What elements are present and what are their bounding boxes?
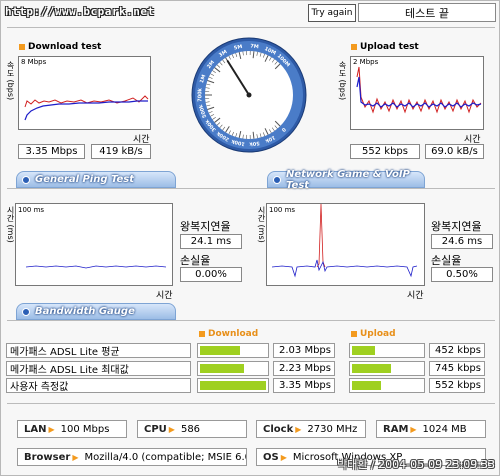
divider — [7, 403, 495, 404]
download-graph: 8 Mbps — [18, 56, 151, 130]
bullet-icon — [351, 331, 357, 337]
upload-value: 552 kbps — [429, 378, 485, 393]
speedtest-window: http://www.bcpark.net Try again 테스트 끝 Do… — [0, 0, 500, 476]
bandwidth-row-label: 메가패스 ADSL Lite 최대값 — [6, 361, 191, 376]
download-bar — [197, 378, 269, 393]
gauge-tick-label: 50k — [248, 140, 260, 147]
divider — [7, 320, 495, 321]
ping-right-rtt-label: 왕복지연율 — [431, 220, 482, 233]
clock-info: Clock ▶ 2730 MHz — [256, 420, 366, 438]
download-mbps: 3.35 Mbps — [18, 144, 85, 159]
upload-kbps: 552 kbps — [350, 144, 420, 159]
arrow-icon: ▶ — [295, 424, 302, 434]
footer-user-timestamp: 박태환 / 2004-05-09 23:09:33 — [337, 458, 495, 471]
download-value: 3.35 Mbps — [273, 378, 335, 393]
upload-kbs: 69.0 kB/s — [425, 144, 484, 159]
divider — [7, 188, 495, 189]
upload-value: 745 kbps — [429, 361, 485, 376]
upload-value: 452 kbps — [429, 343, 485, 358]
bullet-icon — [351, 44, 357, 50]
bullet-icon — [19, 44, 25, 50]
ping-right-red-trace — [316, 204, 326, 268]
arrow-icon: ▶ — [280, 452, 287, 462]
bandwidth-row-label: 메가패스 ADSL Lite 평균 — [6, 343, 191, 358]
arrow-icon: ▶ — [410, 424, 417, 434]
download-value: 2.03 Mbps — [273, 343, 335, 358]
tab-network-game[interactable]: Network Game & VoIP Test — [267, 169, 425, 191]
site-url: http://www.bcpark.net — [5, 5, 155, 18]
bullet-icon — [199, 331, 205, 337]
upload-graph: 2 Mbps — [350, 56, 484, 130]
ping-icon — [22, 176, 30, 184]
download-kbs: 419 kB/s — [91, 144, 151, 159]
tab-bandwidth-gauge[interactable]: Bandwidth Gauge — [16, 303, 176, 320]
upload-bar — [349, 378, 425, 393]
ram-info: RAM ▶ 1024 MB — [376, 420, 486, 438]
ping-left-rtt-label: 왕복지연율 — [180, 220, 231, 233]
ping-right-blue-trace — [271, 259, 418, 278]
download-bar-fill — [200, 364, 245, 373]
ping-left-xlabel: 시간 — [156, 291, 173, 301]
upload-bar — [349, 343, 425, 358]
arrow-icon: ▶ — [48, 424, 55, 434]
ping-right-loss: 0.50% — [431, 267, 493, 282]
upload-bar-fill — [352, 381, 381, 390]
ping-left-rtt: 24.1 ms — [180, 234, 242, 249]
download-bar — [197, 343, 269, 358]
gauge-hub — [246, 92, 252, 98]
upload-bar-fill — [352, 346, 376, 355]
ping-left-graph: 100 ms — [15, 203, 173, 286]
ping-right-loss-label: 손실율 — [431, 254, 462, 267]
browser-info: Browser ▶ Mozilla/4.0 (compatible; MSIE 6… — [17, 448, 247, 466]
ping-right-graph: 100 ms — [266, 203, 425, 286]
tab-general-ping[interactable]: General Ping Test — [16, 171, 176, 188]
download-ylabel: 속도 (bps) — [6, 61, 15, 101]
network-icon — [273, 176, 281, 184]
download-title: Download test — [19, 42, 101, 52]
download-bar — [197, 361, 269, 376]
try-again-button[interactable]: Try again — [308, 4, 356, 22]
bandwidth-row-label: 사용자 측정값 — [6, 378, 191, 393]
gauge-tick-label: 700k — [198, 87, 204, 101]
upload-ylabel: 속도 (bps) — [338, 61, 347, 101]
divider — [7, 27, 495, 28]
arrow-icon: ▶ — [168, 424, 175, 434]
ping-right-rtt: 24.6 ms — [431, 234, 493, 249]
download-bar-fill — [200, 346, 241, 355]
ping-left-loss-label: 손실율 — [180, 254, 211, 267]
arrow-icon: ▶ — [72, 452, 79, 462]
test-status: 테스트 끝 — [358, 3, 496, 22]
gauge-tick-label: 7M — [250, 43, 259, 50]
gauge-icon — [22, 308, 30, 316]
download-speed-trace — [24, 100, 148, 121]
speed-gauge: 0 10k 50k 100k 200k 300k 500k 700k 1M 2M 3M 5M 7M 10M… — [191, 34, 307, 156]
download-bar-fill — [200, 381, 266, 390]
upload-bar-fill — [352, 364, 391, 373]
ping-left-loss: 0.00% — [180, 267, 242, 282]
upload-title: Upload test — [351, 42, 419, 52]
download-value: 2.23 Mbps — [273, 361, 335, 376]
bandwidth-download-header: Download — [199, 329, 258, 339]
upload-bar — [349, 361, 425, 376]
ping-right-xlabel: 시간 — [407, 291, 424, 301]
lan-info: LAN ▶ 100 Mbps — [17, 420, 127, 438]
ping-left-trace — [25, 265, 167, 269]
cpu-info: CPU ▶ 586 — [137, 420, 247, 438]
bandwidth-upload-header: Upload — [351, 329, 396, 339]
